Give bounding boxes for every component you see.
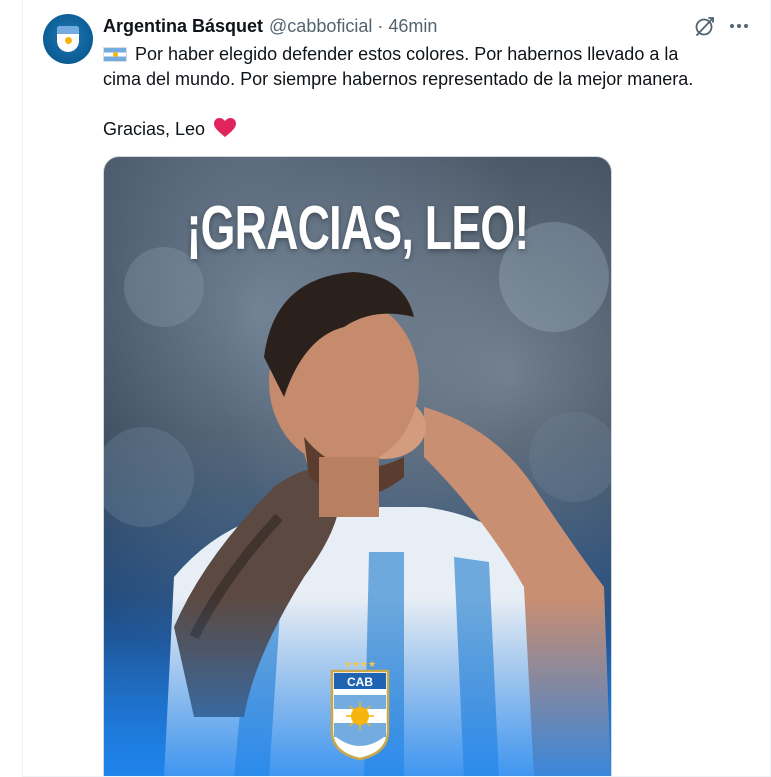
cab-logo-icon: ★★★★ CAB [330, 660, 390, 761]
argentina-flag-icon [103, 47, 127, 62]
tweet-text-line-1: Por haber elegido defender estos colores… [135, 44, 679, 64]
cab-logo-text: CAB [347, 675, 373, 689]
timestamp[interactable]: 46min [388, 16, 437, 37]
cab-shield-icon [57, 26, 79, 52]
svg-text:★★★★: ★★★★ [344, 660, 376, 670]
tweet-media-image[interactable]: ¡GRACIAS, LEO! ★★★★ CAB [103, 156, 612, 777]
red-heart-icon [214, 118, 237, 145]
more-options-icon[interactable] [728, 14, 750, 38]
tweet-text-paragraph-2: Gracias, Leo [103, 117, 237, 145]
avatar[interactable] [43, 14, 93, 64]
thanks-text: Gracias, Leo [103, 119, 206, 139]
author-handle[interactable]: @cabboficial [269, 16, 372, 37]
tweet-text: Por haber elegido defender estos colores… [103, 42, 753, 92]
tweet-header: Argentina Básquet @cabboficial · 46min [103, 14, 437, 38]
separator: · [377, 15, 384, 36]
grok-icon[interactable] [693, 14, 717, 38]
author-name[interactable]: Argentina Básquet [103, 16, 263, 37]
media-headline: ¡GRACIAS, LEO! [186, 194, 529, 263]
tweet-text-line-2: cima del mundo. Por siempre habernos rep… [103, 69, 694, 89]
left-rail [0, 0, 23, 777]
